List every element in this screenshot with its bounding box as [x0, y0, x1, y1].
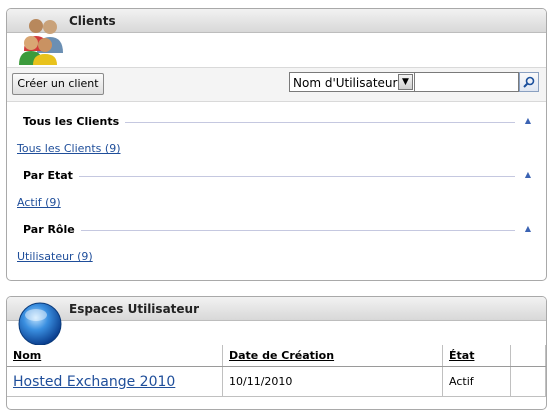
section-all-clients-header[interactable]: Tous les Clients ▲ [23, 115, 531, 129]
user-spaces-panel: Espaces Utilisateur Nom Date de Création… [6, 296, 547, 410]
search-input[interactable] [415, 72, 519, 92]
search-button[interactable] [519, 72, 539, 92]
section-divider [23, 230, 515, 231]
section-by-role-header[interactable]: Par Rôle ▲ [23, 223, 531, 237]
column-header-extra [510, 345, 546, 367]
clients-panel-header: Clients [7, 9, 546, 33]
collapse-caret-icon[interactable]: ▲ [525, 170, 531, 179]
cell-name: Hosted Exchange 2010 [7, 366, 223, 397]
section-divider [23, 176, 515, 177]
users-group-icon [19, 19, 63, 65]
active-clients-link[interactable]: Actif (9) [17, 196, 61, 209]
collapse-caret-icon[interactable]: ▲ [525, 224, 531, 233]
user-spaces-panel-title: Espaces Utilisateur [69, 302, 199, 316]
cell-created: 10/11/2010 [222, 366, 443, 397]
clients-panel: Clients Créer un client Nom d'Utilisateu… [6, 8, 547, 281]
space-name-link[interactable]: Hosted Exchange 2010 [13, 374, 175, 390]
search-field-select[interactable]: Nom d'Utilisateur ▼ [289, 72, 415, 92]
all-clients-link[interactable]: Tous les Clients (9) [17, 142, 121, 155]
section-title: Par Etat [23, 169, 79, 182]
user-spaces-table: Nom Date de Création État Hosted Exchang… [7, 345, 546, 397]
create-client-button[interactable]: Créer un client [12, 73, 104, 95]
section-title: Tous les Clients [23, 115, 126, 128]
column-header-state[interactable]: État [442, 345, 511, 367]
magnifier-icon [523, 76, 535, 88]
section-title: Par Rôle [23, 223, 81, 236]
clients-panel-title: Clients [69, 14, 116, 28]
clients-toolbar: Créer un client Nom d'Utilisateur ▼ [7, 67, 546, 102]
section-by-state-header[interactable]: Par Etat ▲ [23, 169, 531, 183]
user-role-link[interactable]: Utilisateur (9) [17, 250, 93, 263]
search-field-selected: Nom d'Utilisateur [293, 76, 398, 90]
cell-extra [510, 366, 546, 397]
table-header-row: Nom Date de Création État [7, 345, 546, 367]
user-spaces-panel-header: Espaces Utilisateur [7, 297, 546, 321]
column-header-name[interactable]: Nom [7, 345, 223, 367]
column-header-created[interactable]: Date de Création [222, 345, 443, 367]
collapse-caret-icon[interactable]: ▲ [525, 116, 531, 125]
table-row: Hosted Exchange 2010 10/11/2010 Actif [7, 366, 546, 397]
cell-state: Actif [442, 366, 511, 397]
dropdown-arrow-icon[interactable]: ▼ [398, 74, 413, 90]
blue-orb-icon [18, 302, 62, 346]
